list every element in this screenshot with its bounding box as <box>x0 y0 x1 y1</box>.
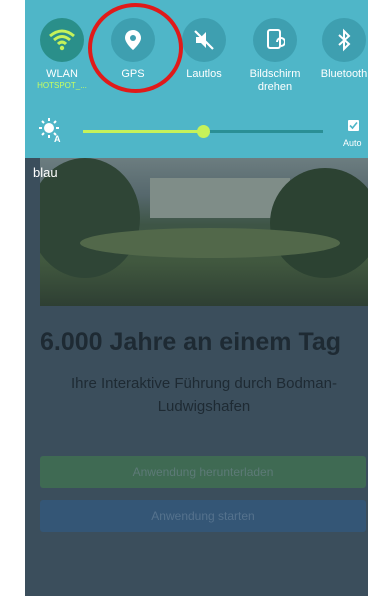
mute-icon <box>182 18 226 62</box>
bluetooth-icon <box>322 18 366 62</box>
tile-wlan[interactable]: WLAN HOTSPOT_... <box>29 18 95 90</box>
svg-text:A: A <box>54 134 61 142</box>
tile-bluetooth-label: Bluetooth <box>320 68 368 80</box>
hero-label: blau <box>33 165 58 180</box>
gps-highlight-circle <box>88 3 183 93</box>
screen-rotate-icon <box>253 18 297 62</box>
tile-screen-rotate[interactable]: Bildschirm drehen <box>242 18 308 94</box>
brightness-slider[interactable] <box>83 125 323 138</box>
page-subtitle: Ihre Interaktive Führung durch Bodman-Lu… <box>71 375 337 415</box>
hero-image <box>40 158 368 306</box>
page-title: 6.000 Jahre an einem Tag <box>40 328 342 356</box>
brightness-auto-icon: A <box>39 118 63 144</box>
tile-bluetooth[interactable]: Bluetooth <box>311 18 368 81</box>
tile-wlan-sublabel: HOTSPOT_... <box>37 81 87 90</box>
quick-settings-panel: WLAN HOTSPOT_... GPS Lautlos Bildschirm … <box>25 0 368 158</box>
app-content: blau 6.000 Jahre an einem Tag Ihre Inter… <box>25 158 368 596</box>
brightness-slider-handle[interactable] <box>197 125 210 138</box>
brightness-row: A Auto <box>25 112 368 152</box>
wifi-icon <box>40 18 84 62</box>
phone-screen: WLAN HOTSPOT_... GPS Lautlos Bildschirm … <box>25 0 368 596</box>
tile-screen-rotate-label: Bildschirm drehen <box>249 68 301 93</box>
tile-mute-label: Lautlos <box>186 68 222 80</box>
tile-wlan-label: WLAN <box>46 68 78 80</box>
auto-brightness-label: Auto <box>343 138 362 148</box>
auto-brightness-checkbox[interactable] <box>348 120 359 131</box>
download-app-button[interactable]: Anwendung herunterladen <box>40 456 366 488</box>
brightness-slider-fill <box>83 130 203 133</box>
start-app-button[interactable]: Anwendung starten <box>40 500 366 532</box>
